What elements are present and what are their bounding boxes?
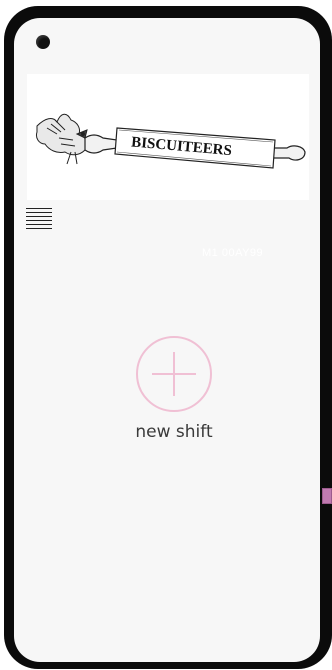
front-camera [36,35,50,49]
user-id-label: M1 00AY99 [202,247,264,259]
bird-illustration [36,113,88,165]
plus-icon [152,352,196,396]
hamburger-menu-icon[interactable] [26,208,52,232]
new-shift-button[interactable] [136,336,212,412]
new-shift-label[interactable]: new shift [114,422,234,442]
device-frame: BISCUITEERS M1 00AY99 new shift [4,6,332,669]
app-screen: BISCUITEERS M1 00AY99 new shift [14,18,320,662]
biscuiteers-logo: BISCUITEERS [36,113,306,169]
header-banner: BISCUITEERS [27,74,309,200]
side-drawer-handle[interactable] [322,488,332,504]
